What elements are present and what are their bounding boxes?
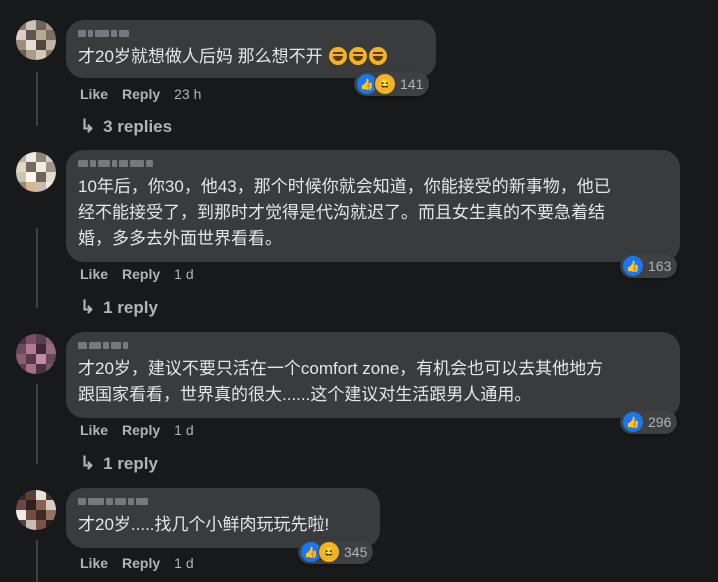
thread-line [36,540,38,582]
haha-emoji [369,47,388,65]
comment-actions: Like Reply 1 d [80,266,194,282]
view-replies-link[interactable]: ↳ 1 reply [80,297,158,318]
comment-text: 才20岁就想做人后妈 那么想不开 [78,44,424,70]
like-icon: 👍 [622,411,644,433]
comment-bubble: 才20岁就想做人后妈 那么想不开 [66,20,436,78]
view-replies-link[interactable]: ↳ 3 replies [80,116,172,137]
reaction-count: 296 [648,414,672,430]
timestamp[interactable]: 1 d [174,266,193,282]
like-button[interactable]: Like [80,266,108,282]
comment-text: 才20岁，建议不要只活在一个comfort zone，有机会也可以去其他地方 跟… [78,359,604,404]
commenter-name[interactable] [78,28,424,38]
timestamp[interactable]: 1 d [174,422,193,438]
reply-button[interactable]: Reply [122,266,160,282]
commenter-name[interactable] [78,158,668,168]
view-replies-link[interactable]: ↳ 1 reply [80,453,158,474]
reply-button[interactable]: Reply [122,422,160,438]
comment-actions: Like Reply 1 d [80,555,194,571]
like-button[interactable]: Like [80,86,108,102]
like-button[interactable]: Like [80,555,108,571]
haha-emoji [349,47,368,65]
comment-bubble: 10年后，你30，他43，那个时候你就会知道，你能接受的新事物，他已 经不能接受… [66,150,680,262]
commenter-name[interactable] [78,496,368,506]
reaction-summary[interactable]: 👍 😆 345 [298,540,374,564]
reply-arrow-icon: ↳ [80,297,96,317]
comment-text: 才20岁.....找几个小鲜肉玩玩先啦! [78,515,330,534]
reply-button[interactable]: Reply [122,555,160,571]
replies-count-label: 1 reply [103,453,158,473]
comment-bubble: 才20岁，建议不要只活在一个comfort zone，有机会也可以去其他地方 跟… [66,332,680,418]
thread-line [36,228,38,308]
haha-icon: 😆 [374,73,396,95]
comment-actions: Like Reply 1 d [80,422,194,438]
reaction-summary[interactable]: 👍 😆 141 [354,72,430,96]
timestamp[interactable]: 23 h [174,86,201,102]
reaction-count: 345 [344,544,368,560]
reply-arrow-icon: ↳ [80,453,96,473]
comment-text: 10年后，你30，他43，那个时候你就会知道，你能接受的新事物，他已 经不能接受… [78,177,611,248]
comment-actions: Like Reply 23 h [80,86,201,102]
commenter-name[interactable] [78,340,668,350]
avatar[interactable] [16,490,56,530]
thread-line [36,72,38,126]
reaction-summary[interactable]: 👍 163 [620,254,678,278]
like-button[interactable]: Like [80,422,108,438]
avatar[interactable] [16,334,56,374]
replies-count-label: 1 reply [103,297,158,317]
reaction-count: 141 [400,76,424,92]
timestamp[interactable]: 1 d [174,555,193,571]
reply-arrow-icon: ↳ [80,116,96,136]
haha-emoji [329,47,348,65]
avatar[interactable] [16,20,56,60]
avatar[interactable] [16,152,56,192]
replies-count-label: 3 replies [103,116,173,136]
reply-button[interactable]: Reply [122,86,160,102]
reaction-summary[interactable]: 👍 296 [620,410,678,434]
comment-bubble: 才20岁.....找几个小鲜肉玩玩先啦! [66,488,380,548]
haha-icon: 😆 [318,541,340,563]
like-icon: 👍 [622,255,644,277]
reaction-count: 163 [648,258,672,274]
thread-line [36,384,38,464]
